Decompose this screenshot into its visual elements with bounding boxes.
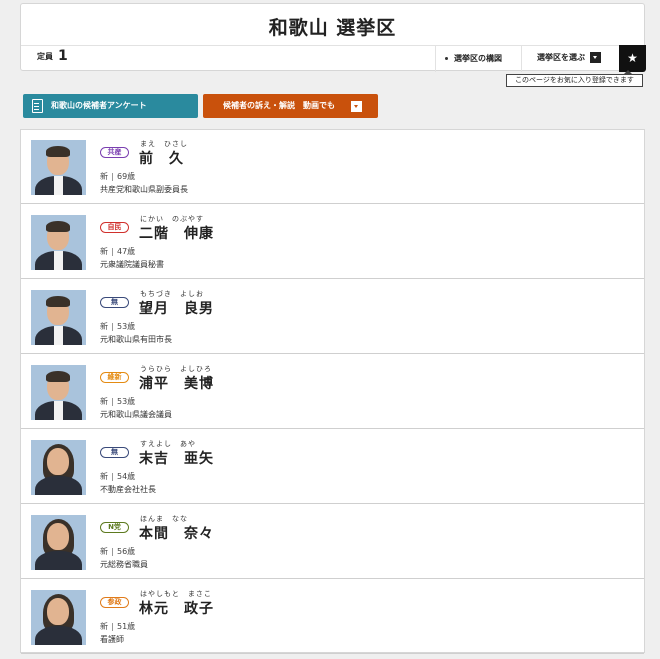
candidate-status: 新	[100, 547, 108, 556]
teiin-label: 定員	[37, 52, 53, 61]
candidate-list: 共産 まえ ひさし 前 久 新 69歳 共産党和歌山県副委員長 自民 にかい のぶ…	[20, 129, 645, 654]
enquete-button[interactable]: 和歌山の候補者アンケート	[23, 94, 198, 118]
star-icon: ★	[627, 51, 638, 65]
candidate-photo	[31, 140, 86, 195]
candidate-career: 元和歌山県議会議員	[100, 410, 172, 419]
candidate-card[interactable]: 共産 まえ ひさし 前 久 新 69歳 共産党和歌山県副委員長	[21, 130, 644, 204]
enquete-label: 和歌山の候補者アンケート	[51, 101, 147, 110]
candidate-career: 元総務省職員	[100, 560, 148, 569]
candidate-card[interactable]: 参政 はやしもと まさこ 林元 政子 新 51歳 看護師	[21, 580, 644, 654]
chevron-down-icon	[351, 101, 362, 112]
action-buttons: 和歌山の候補者アンケート 候補者の訴え・解説 動画でも	[20, 91, 645, 121]
candidate-card[interactable]: 自民 にかい のぶやす 二階 伸康 新 47歳 元衆議院議員秘書	[21, 205, 644, 279]
favorite-tooltip: このページをお気に入り登録できます	[506, 70, 643, 87]
movie-dropdown-button[interactable]: 候補者の訴え・解説 動画でも	[203, 94, 378, 118]
candidate-photo	[31, 215, 86, 270]
select-district-button[interactable]: 選挙区を選ぶ	[537, 52, 601, 63]
select-district-label: 選挙区を選ぶ	[537, 53, 585, 62]
candidate-name: 前 久	[139, 151, 184, 167]
candidate-card[interactable]: 維新 うらひら よしひろ 浦平 美博 新 53歳 元和歌山県議会議員	[21, 355, 644, 429]
party-badge: 参政	[100, 597, 129, 608]
candidate-photo	[31, 290, 86, 345]
candidate-photo	[31, 590, 86, 645]
teiin-value: 1	[58, 48, 68, 64]
header-info-bar: 定員 1 選挙区の構図 選挙区を選ぶ ★	[21, 45, 646, 72]
candidate-career: 元和歌山県有田市長	[100, 335, 172, 344]
election-header: 和歌山 選挙区 定員 1 選挙区の構図 選挙区を選ぶ ★	[20, 3, 646, 72]
candidate-name: 二階 伸康	[139, 226, 214, 242]
movie-label: 候補者の訴え・解説 動画でも	[223, 101, 335, 110]
party-badge: 共産	[100, 147, 129, 158]
candidate-age: 53歳	[117, 322, 136, 331]
candidate-age: 51歳	[117, 622, 136, 631]
candidate-status: 新	[100, 322, 108, 331]
candidate-age: 56歳	[117, 547, 136, 556]
kouzu-label: 選挙区の構図	[454, 54, 502, 63]
candidate-meta: 新 54歳	[100, 471, 135, 482]
bullet-icon	[445, 57, 448, 60]
candidate-career: 共産党和歌山県副委員長	[100, 185, 188, 194]
candidate-career: 看護師	[100, 635, 124, 644]
divider	[435, 46, 436, 72]
candidate-career: 不動産会社社長	[100, 485, 156, 494]
kouzu-link[interactable]: 選挙区の構図	[445, 53, 502, 64]
party-badge: 維新	[100, 372, 129, 383]
candidate-meta: 新 47歳	[100, 246, 135, 257]
candidate-age: 69歳	[117, 172, 136, 181]
party-badge: 無	[100, 297, 129, 308]
candidate-age: 47歳	[117, 247, 136, 256]
candidate-status: 新	[100, 472, 108, 481]
party-badge: 自民	[100, 222, 129, 233]
candidate-name: 林元 政子	[139, 601, 214, 617]
favorite-star-button[interactable]: ★	[619, 45, 646, 72]
page-title: 和歌山 選挙区	[268, 17, 397, 39]
party-badge: N党	[100, 522, 129, 533]
candidate-photo	[31, 440, 86, 495]
candidate-meta: 新 53歳	[100, 396, 135, 407]
candidate-name: 本間 奈々	[139, 526, 214, 542]
candidate-card[interactable]: 無 すえよし あや 末吉 亜矢 新 54歳 不動産会社社長	[21, 430, 644, 504]
candidate-status: 新	[100, 397, 108, 406]
candidate-age: 54歳	[117, 472, 136, 481]
divider	[521, 46, 522, 72]
candidate-age: 53歳	[117, 397, 136, 406]
candidate-status: 新	[100, 622, 108, 631]
candidate-photo	[31, 365, 86, 420]
chevron-down-icon	[590, 52, 601, 63]
candidate-name: 望月 良男	[139, 301, 214, 317]
candidate-meta: 新 69歳	[100, 171, 135, 182]
document-icon	[32, 99, 43, 113]
candidate-meta: 新 51歳	[100, 621, 135, 632]
candidate-status: 新	[100, 172, 108, 181]
candidate-card[interactable]: 無 もちづき よしお 望月 良男 新 53歳 元和歌山県有田市長	[21, 280, 644, 354]
candidate-career: 元衆議院議員秘書	[100, 260, 164, 269]
candidate-name: 末吉 亜矢	[139, 451, 214, 467]
candidate-card[interactable]: N党 ほんま なな 本間 奈々 新 56歳 元総務省職員	[21, 505, 644, 579]
candidate-name: 浦平 美博	[139, 376, 214, 392]
candidate-photo	[31, 515, 86, 570]
candidate-meta: 新 53歳	[100, 321, 135, 332]
party-badge: 無	[100, 447, 129, 458]
candidate-meta: 新 56歳	[100, 546, 135, 557]
candidate-status: 新	[100, 247, 108, 256]
